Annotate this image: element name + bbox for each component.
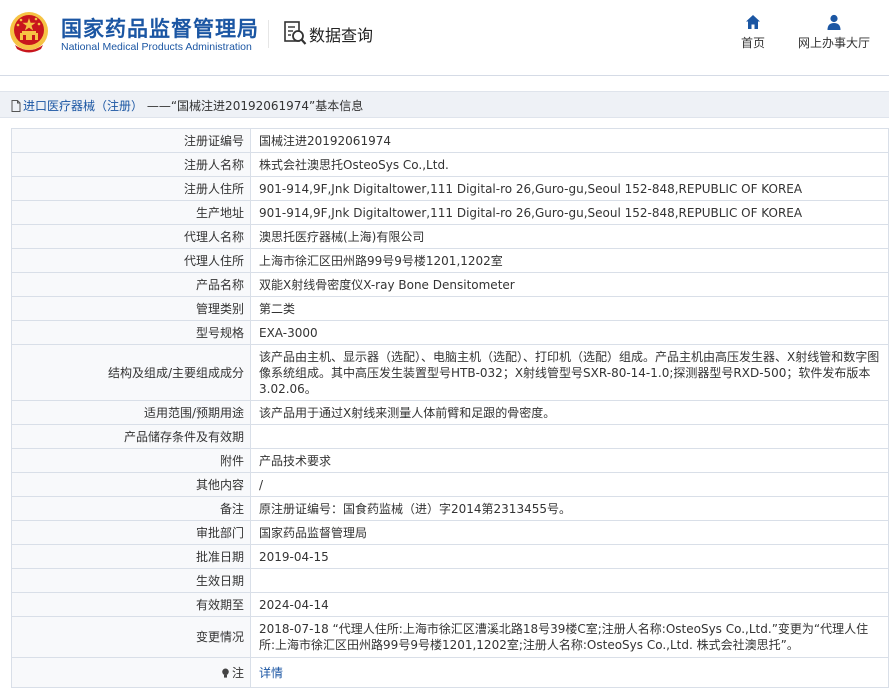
table-row: 备注 原注册证编号：国食药监械（进）字2014第2313455号。 bbox=[11, 496, 889, 521]
org-name-en: National Medical Products Administration bbox=[61, 41, 252, 53]
table-row: 审批部门 国家药品监督管理局 bbox=[11, 520, 889, 545]
nav-home-label: 首页 bbox=[740, 36, 765, 50]
field-value bbox=[250, 568, 889, 593]
header-divider bbox=[268, 20, 269, 48]
note-value-cell: 详情 bbox=[250, 657, 889, 688]
field-value: 901-914,9F,Jnk Digitaltower,111 Digital-… bbox=[250, 176, 889, 201]
home-icon bbox=[746, 15, 760, 29]
field-value: 2018-07-18 “代理人住所:上海市徐汇区漕溪北路18号39楼C室;注册人… bbox=[250, 616, 889, 658]
field-value: EXA-3000 bbox=[250, 320, 889, 345]
table-row: 型号规格 EXA-3000 bbox=[11, 320, 889, 345]
table-row: 代理人名称 澳思托医疗器械(上海)有限公司 bbox=[11, 224, 889, 249]
field-value: 该产品由主机、显示器（选配）、电脑主机（选配）、打印机（选配）组成。产品主机由高… bbox=[250, 344, 889, 401]
field-label: 变更情况 bbox=[11, 616, 251, 658]
field-value: 株式会社澳思托OsteoSys Co.,Ltd. bbox=[250, 152, 889, 177]
national-emblem-icon bbox=[10, 12, 48, 53]
section-title: 数据查询 bbox=[309, 26, 374, 45]
breadcrumb-separator: —— bbox=[146, 98, 171, 113]
field-label: 审批部门 bbox=[11, 520, 251, 545]
field-label: 批准日期 bbox=[11, 544, 251, 569]
table-row: 结构及组成/主要组成成分 该产品由主机、显示器（选配）、电脑主机（选配）、打印机（… bbox=[11, 344, 889, 401]
nav-online-service-hall[interactable]: 网上办事大厅 bbox=[796, 14, 872, 51]
user-icon bbox=[827, 14, 841, 30]
field-value: 该产品用于通过X射线来测量人体前臂和足跟的骨密度。 bbox=[250, 400, 889, 425]
field-label: 注册人名称 bbox=[11, 152, 251, 177]
table-row: 附件 产品技术要求 bbox=[11, 448, 889, 473]
table-row: 生产地址 901-914,9F,Jnk Digitaltower,111 Digi… bbox=[11, 200, 889, 225]
table-row: 产品名称 双能X射线骨密度仪X-ray Bone Densitometer bbox=[11, 272, 889, 297]
field-value: 2024-04-14 bbox=[250, 592, 889, 617]
field-value bbox=[250, 424, 889, 449]
field-value: 产品技术要求 bbox=[250, 448, 889, 473]
table-row: 批准日期 2019-04-15 bbox=[11, 544, 889, 569]
table-row: 注册人住所 901-914,9F,Jnk Digitaltower,111 Dig… bbox=[11, 176, 889, 201]
table-row: 注册人名称 株式会社澳思托OsteoSys Co.,Ltd. bbox=[11, 152, 889, 177]
field-label: 备注 bbox=[11, 496, 251, 521]
document-icon bbox=[11, 99, 21, 112]
field-label: 代理人名称 bbox=[11, 224, 251, 249]
breadcrumb-category-link[interactable]: 进口医疗器械（注册） bbox=[23, 97, 143, 114]
field-label: 有效期至 bbox=[11, 592, 251, 617]
nav-hall-label: 网上办事大厅 bbox=[797, 36, 870, 50]
breadcrumb-current: “国械注进20192061974”基本信息 bbox=[170, 99, 364, 113]
field-value: 原注册证编号：国食药监械（进）字2014第2313455号。 bbox=[250, 496, 889, 521]
field-value: 澳思托医疗器械(上海)有限公司 bbox=[250, 224, 889, 249]
field-value: 第二类 bbox=[250, 296, 889, 321]
details-link[interactable]: 详情 bbox=[259, 666, 283, 680]
field-label: 注册证编号 bbox=[11, 128, 251, 153]
field-value: 双能X射线骨密度仪X-ray Bone Densitometer bbox=[250, 272, 889, 297]
site-header: 国家药品监督管理局 National Medical Products Admi… bbox=[0, 0, 889, 76]
field-label: 型号规格 bbox=[11, 320, 251, 345]
field-label: 其他内容 bbox=[11, 472, 251, 497]
field-label: 产品储存条件及有效期 bbox=[11, 424, 251, 449]
field-label: 生效日期 bbox=[11, 568, 251, 593]
table-row: 产品储存条件及有效期 bbox=[11, 424, 889, 449]
field-label: 生产地址 bbox=[11, 200, 251, 225]
field-label: 注册人住所 bbox=[11, 176, 251, 201]
table-row: 适用范围/预期用途 该产品用于通过X射线来测量人体前臂和足跟的骨密度。 bbox=[11, 400, 889, 425]
field-label: 适用范围/预期用途 bbox=[11, 400, 251, 425]
field-label: 代理人住所 bbox=[11, 248, 251, 273]
table-row: 变更情况 2018-07-18 “代理人住所:上海市徐汇区漕溪北路18号39楼C室… bbox=[11, 616, 889, 658]
note-label-cell: 注 bbox=[11, 657, 251, 688]
field-label: 附件 bbox=[11, 448, 251, 473]
table-row: 代理人住所 上海市徐汇区田州路99号9号楼1201,1202室 bbox=[11, 248, 889, 273]
field-value: 上海市徐汇区田州路99号9号楼1201,1202室 bbox=[250, 248, 889, 273]
field-label: 结构及组成/主要组成成分 bbox=[11, 344, 251, 401]
field-value: 901-914,9F,Jnk Digitaltower,111 Digital-… bbox=[250, 200, 889, 225]
field-label: 产品名称 bbox=[11, 272, 251, 297]
note-row: 注 详情 bbox=[11, 657, 889, 688]
note-label: 注 bbox=[231, 665, 244, 680]
field-value: 国家药品监督管理局 bbox=[250, 520, 889, 545]
org-name-cn: 国家药品监督管理局 bbox=[61, 17, 259, 41]
data-query-icon bbox=[284, 21, 307, 45]
field-value: / bbox=[250, 472, 889, 497]
lightbulb-icon bbox=[222, 668, 229, 678]
field-value: 国械注进20192061974 bbox=[250, 128, 889, 153]
field-label: 管理类别 bbox=[11, 296, 251, 321]
table-row: 管理类别 第二类 bbox=[11, 296, 889, 321]
device-info-table: 注册证编号 国械注进20192061974 注册人名称 株式会社澳思托OsteoSy… bbox=[11, 128, 889, 688]
table-row: 有效期至 2024-04-14 bbox=[11, 592, 889, 617]
nav-home[interactable]: 首页 bbox=[738, 14, 768, 51]
breadcrumb: 进口医疗器械（注册） —— “国械注进20192061974”基本信息 bbox=[0, 91, 889, 118]
table-row: 其他内容 / bbox=[11, 472, 889, 497]
table-row: 注册证编号 国械注进20192061974 bbox=[11, 128, 889, 153]
field-value: 2019-04-15 bbox=[250, 544, 889, 569]
table-row: 生效日期 bbox=[11, 568, 889, 593]
